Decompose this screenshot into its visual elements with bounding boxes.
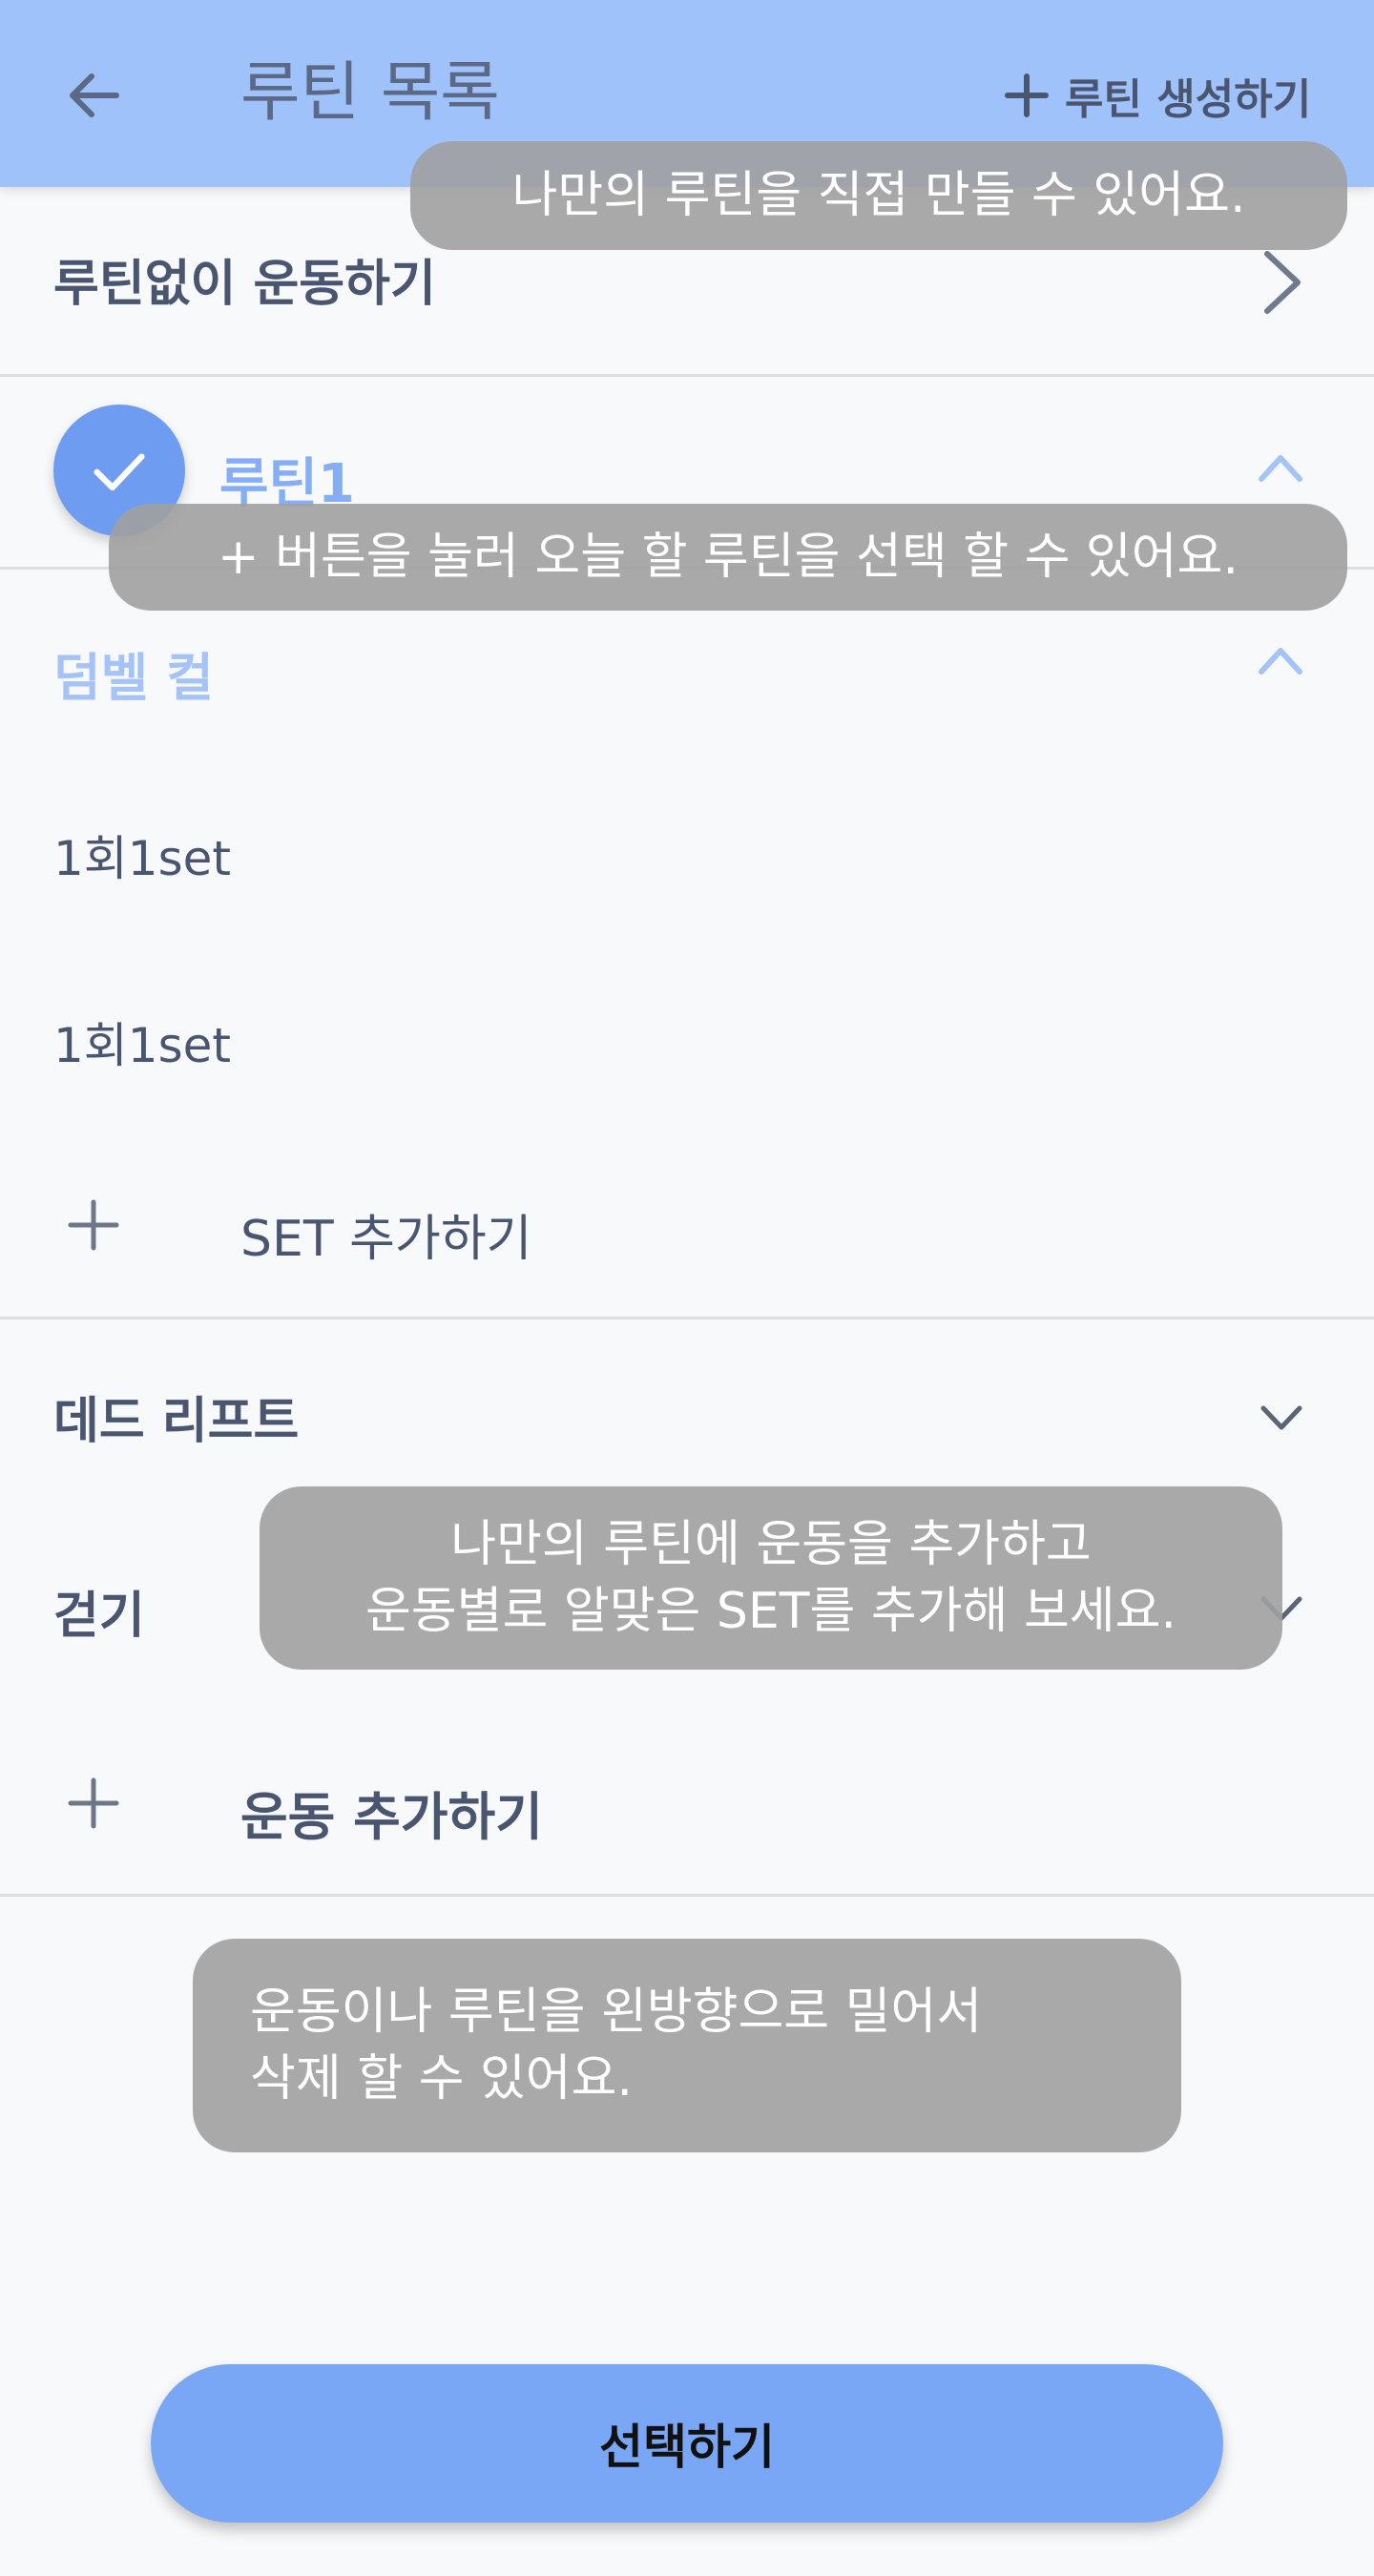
workout-without-routine-item[interactable]: 루틴없이 운동하기 xyxy=(53,254,436,315)
tooltip-swipe-delete: 운동이나 루틴을 왼방향으로 밀어서 삭제 할 수 있어요. xyxy=(193,1939,1181,2152)
add-exercise-button[interactable]: 운동 추가하기 xyxy=(240,1775,543,1850)
create-routine-button[interactable]: 루틴 생성하기 xyxy=(1002,57,1311,134)
check-icon xyxy=(94,453,145,491)
divider xyxy=(0,374,1374,377)
plus-icon xyxy=(1005,73,1049,117)
tooltip-create-routine: 나만의 루틴을 직접 만들 수 있어요. xyxy=(410,141,1347,250)
chevron-up-icon[interactable] xyxy=(1256,641,1305,679)
exercise-name[interactable]: 데드 리프트 xyxy=(53,1391,299,1452)
exercise-name[interactable]: 덤벨 컬 xyxy=(53,635,214,711)
page-title: 루틴 목록 xyxy=(240,55,500,131)
tooltip-select-routine: + 버튼을 눌러 오늘 할 루틴을 선택 할 수 있어요. xyxy=(109,504,1347,611)
tooltip-add-exercise: 나만의 루틴에 운동을 추가하고 운동별로 알맞은 SET를 추가해 보세요. xyxy=(260,1486,1282,1670)
chevron-up-icon[interactable] xyxy=(1256,448,1305,487)
divider xyxy=(0,1894,1374,1897)
create-routine-label: 루틴 생성하기 xyxy=(1065,75,1312,124)
add-set-button[interactable]: SET 추가하기 xyxy=(240,1198,532,1270)
set-item[interactable]: 1회1set xyxy=(53,1008,231,1076)
chevron-right-icon[interactable] xyxy=(1248,244,1315,321)
back-arrow-icon[interactable] xyxy=(57,57,134,134)
plus-icon[interactable] xyxy=(65,1196,122,1254)
plus-icon[interactable] xyxy=(65,1775,122,1832)
select-button[interactable]: 선택하기 xyxy=(151,2364,1223,2523)
exercise-name[interactable]: 걷기 xyxy=(53,1586,145,1647)
chevron-down-icon[interactable] xyxy=(1258,1401,1305,1435)
set-item[interactable]: 1회1set xyxy=(53,821,231,889)
divider xyxy=(0,1317,1374,1319)
